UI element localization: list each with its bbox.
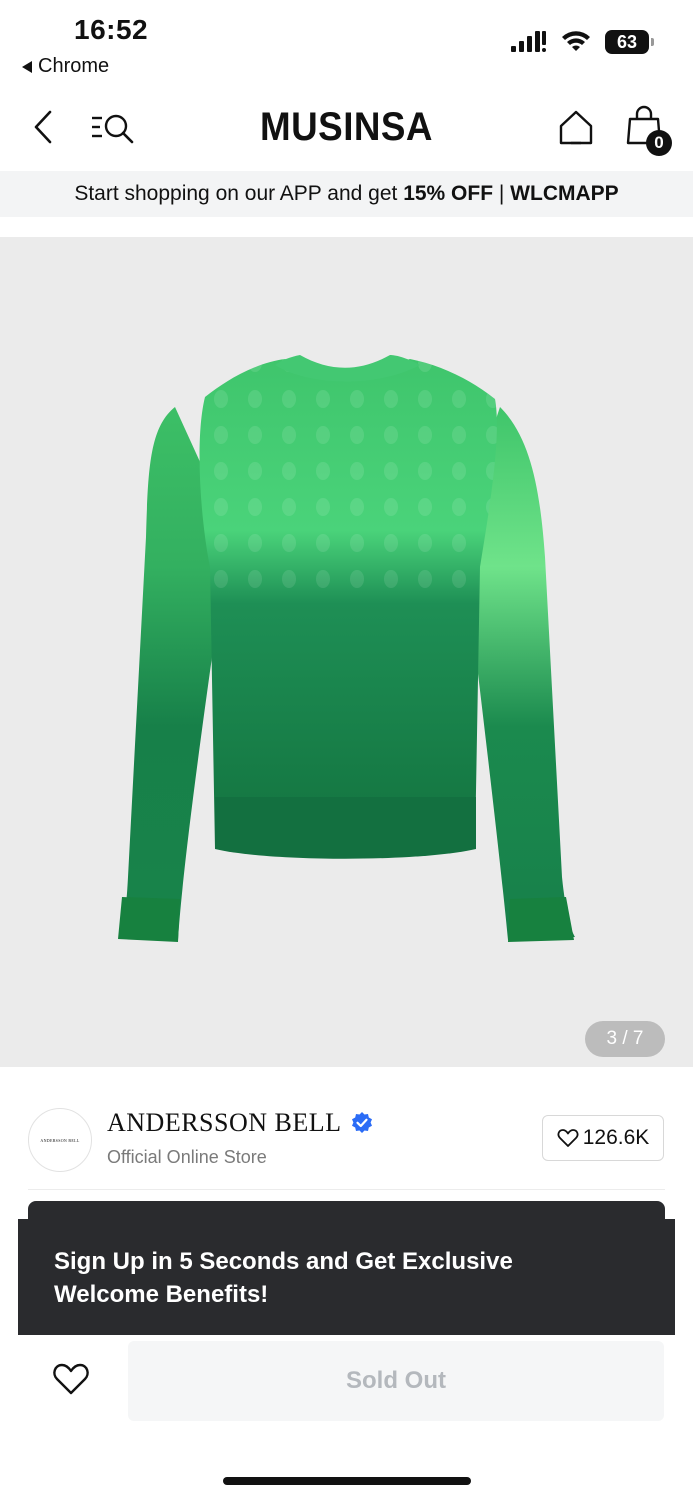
top-nav: MUSINSA <box>0 95 693 163</box>
brand-logo-text: ANDERSSON BELL <box>40 1137 80 1143</box>
battery-icon: 63 <box>605 30 654 54</box>
divider <box>28 1189 665 1190</box>
brand-name: ANDERSSON BELL <box>107 1108 342 1137</box>
promo-banner[interactable]: Start shopping on our APP and get 15% OF… <box>0 171 693 217</box>
status-indicators: 63 <box>511 30 654 54</box>
back-triangle-icon <box>22 60 32 73</box>
promo-code: WLCMAPP <box>510 182 619 205</box>
brand-subtitle: Official Online Store <box>107 1147 267 1167</box>
back-to-app[interactable]: Chrome <box>22 55 109 78</box>
promo-separator: | <box>493 182 511 205</box>
wifi-icon <box>562 31 590 51</box>
toast-line-2: Welcome Benefits! <box>54 1281 269 1308</box>
home-indicator <box>223 1477 471 1485</box>
promo-text: Start shopping on our APP and get <box>74 182 398 205</box>
brand-likes-count: 126.6K <box>582 1126 650 1149</box>
product-image-gallery[interactable]: 3 / 7 <box>0 237 693 1067</box>
product-image <box>118 355 575 942</box>
brand-name-row[interactable]: ANDERSSON BELL <box>107 1108 374 1138</box>
brand-like-button[interactable]: 126.6K <box>542 1115 664 1161</box>
image-counter: 3 / 7 <box>585 1021 665 1057</box>
sold-out-button[interactable]: Sold Out <box>128 1341 664 1421</box>
signal-icon <box>511 31 546 52</box>
status-time: 16:52 <box>74 14 149 45</box>
signup-toast[interactable]: Sign Up in 5 Seconds and Get Exclusive W… <box>18 1219 675 1335</box>
wishlist-heart-icon[interactable] <box>52 1362 90 1396</box>
toast-line-1: Sign Up in 5 Seconds and Get Exclusive <box>54 1248 513 1275</box>
verified-badge-icon <box>351 1112 372 1133</box>
brand-logo[interactable]: ANDERSSON BELL <box>28 1108 92 1172</box>
cart-count-badge: 0 <box>646 130 672 156</box>
heart-icon <box>557 1129 579 1147</box>
back-app-label: Chrome <box>38 55 110 77</box>
promo-discount: 15% OFF <box>403 182 494 205</box>
home-icon[interactable] <box>556 107 596 147</box>
